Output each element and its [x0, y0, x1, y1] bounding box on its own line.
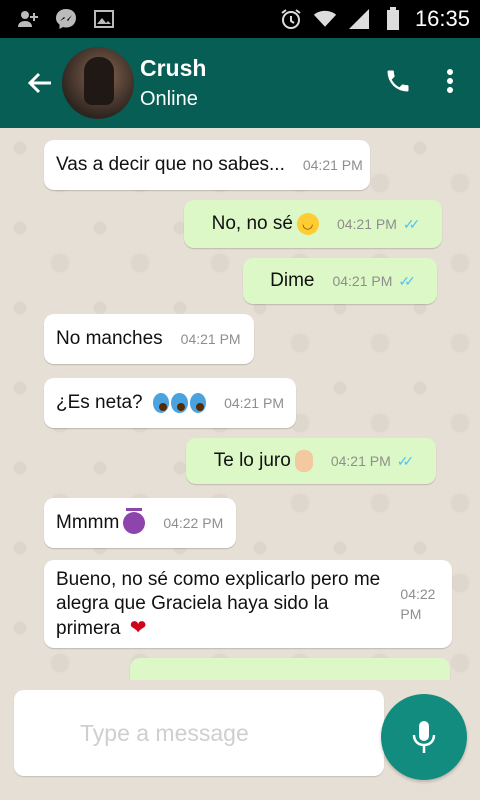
screaming-face-icon [152, 393, 170, 413]
message-text: Mmmm [56, 512, 120, 533]
message-text: No manches [56, 328, 163, 349]
message-time: 04:22 PM [400, 586, 436, 622]
message-incoming[interactable]: No manches 04:21 PM [44, 314, 254, 364]
message-time: 04:21 PM [336, 216, 397, 232]
message-list[interactable]: Vas a decir que no sabes... 04:21 PM No,… [0, 128, 480, 680]
more-options-button[interactable] [446, 68, 454, 99]
message-time: 04:21 PM [302, 157, 363, 173]
message-time: 04:21 PM [332, 273, 393, 289]
smiling-devil-icon [123, 508, 146, 534]
message-time: 04:22 PM [163, 515, 224, 531]
message-text: No, no sé [211, 213, 293, 234]
battery-icon [381, 7, 405, 31]
voice-record-button[interactable] [381, 694, 467, 780]
alarm-icon [279, 7, 303, 31]
message-text: ¿Es neta? [56, 392, 143, 413]
status-time: 16:35 [414, 6, 470, 31]
message-time: 04:21 PM [330, 453, 391, 469]
contact-status: Online [140, 88, 198, 110]
message-outgoing[interactable]: Dime 04:21 PM ✓✓ [243, 258, 437, 304]
message-outgoing[interactable]: Te lo juro 04:21 PM ✓✓ [186, 438, 436, 484]
message-text: Vas a decir que no sabes... [56, 154, 285, 175]
microphone-icon [412, 721, 436, 753]
grinning-face-icon [296, 213, 319, 235]
more-vert-icon [447, 68, 453, 93]
add-user-icon [16, 7, 40, 31]
read-ticks-icon: ✓✓ [396, 452, 415, 469]
back-button[interactable] [18, 61, 62, 105]
contact-info[interactable]: Crush Online [140, 55, 206, 111]
message-outgoing[interactable]: No, no sé 04:21 PM ✓✓ [184, 200, 442, 248]
read-ticks-icon: ✓✓ [402, 215, 421, 232]
message-time: 04:21 PM [224, 395, 284, 411]
message-input[interactable]: Type a message [14, 690, 384, 776]
message-text: Te lo juro [213, 450, 291, 471]
raised-hand-icon [294, 450, 313, 472]
read-ticks-icon: ✓✓ [398, 272, 416, 289]
messenger-icon [54, 7, 78, 31]
signal-icon [347, 7, 371, 31]
message-time: 04:21 PM [180, 331, 241, 347]
back-arrow-icon [27, 72, 51, 94]
avatar[interactable] [62, 47, 134, 119]
message-incoming[interactable]: Bueno, no sé como explicarlo pero me ale… [44, 560, 452, 648]
contact-name: Crush [140, 55, 207, 81]
phone-icon [387, 70, 409, 91]
composer-bar: Type a message [0, 680, 480, 800]
screaming-face-icon [189, 393, 207, 413]
message-incoming[interactable]: ¿Es neta? 04:21 PM [44, 378, 296, 428]
image-icon [92, 7, 116, 31]
message-text: Bueno, no sé como explicarlo pero me ale… [56, 568, 381, 639]
message-incoming[interactable]: Mmmm 04:22 PM [44, 498, 236, 548]
status-bar: 16:35 [0, 0, 480, 38]
message-outgoing-partial[interactable] [130, 658, 450, 680]
message-text: Dime [270, 270, 315, 291]
chat-header: Crush Online [0, 38, 480, 128]
call-button[interactable] [384, 67, 412, 100]
message-incoming[interactable]: Vas a decir que no sabes... 04:21 PM [44, 140, 370, 190]
screaming-face-icon [171, 393, 188, 413]
wifi-icon [313, 7, 337, 31]
message-input-placeholder: Type a message [80, 719, 249, 746]
heart-icon: ❤ [129, 616, 147, 639]
